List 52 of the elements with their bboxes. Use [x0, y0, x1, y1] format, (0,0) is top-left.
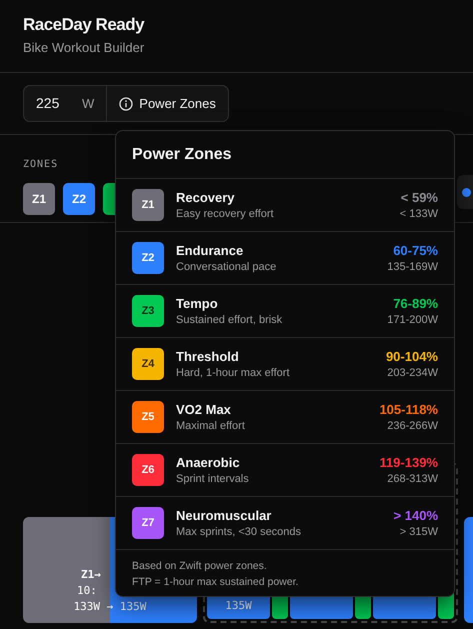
- zone-description: Sprint intervals: [176, 472, 250, 486]
- dot-icon: [462, 188, 471, 196]
- zone-percent: 90-104%: [386, 348, 438, 364]
- zone-description: Hard, 1-hour max effort: [176, 366, 291, 380]
- zone-chip[interactable]: Z1: [23, 183, 55, 215]
- zone-name: Endurance: [176, 242, 244, 258]
- bar-label: 135W: [224, 598, 253, 614]
- zone-name: Neuromuscular: [176, 506, 272, 524]
- zone-badge: Z1: [132, 189, 164, 221]
- zone-percent: > 140%: [394, 506, 438, 524]
- zone-name: Threshold: [176, 348, 240, 364]
- section-label: ZONES: [23, 158, 58, 172]
- bar-label: 10:: [77, 583, 97, 599]
- zone-description: Maximal effort: [176, 418, 246, 434]
- zone-percent: < 59%: [400, 188, 438, 206]
- zone-watts: 171-200W: [387, 312, 438, 328]
- zone-badge: Z7: [132, 507, 164, 539]
- zone-badge: Z5: [132, 401, 164, 433]
- zone-description: Conversational pace: [176, 260, 278, 274]
- zone-description: Easy recovery effort: [176, 206, 275, 222]
- bar-label: Z1→: [81, 567, 101, 583]
- footnote: Based on Zwift power zones.: [132, 559, 268, 574]
- zone-chip[interactable]: Z2: [63, 183, 95, 215]
- zone-percent: 119-139%: [379, 454, 438, 470]
- app-subtitle: Bike Workout Builder: [23, 39, 146, 57]
- zone-name: Tempo: [176, 294, 219, 312]
- popover-title: Power Zones: [116, 131, 454, 179]
- footnote: FTP = 1-hour max sustained power.: [132, 575, 300, 590]
- zone-percent: 60-75%: [392, 242, 438, 258]
- zone-badge: Z3: [132, 295, 164, 327]
- zone-name: Recovery: [176, 188, 236, 206]
- power-zones-button[interactable]: Power Zones: [106, 86, 228, 121]
- zone-watts: 236-266W: [386, 418, 438, 434]
- zone-percent: 76-89%: [392, 294, 438, 312]
- zone-percent: 105-118%: [379, 400, 438, 418]
- unit-label: W: [82, 94, 96, 113]
- zone-name: Anaerobic: [176, 454, 241, 470]
- zone-watts: 203-234W: [386, 366, 438, 380]
- zone-description: Sustained effort, brisk: [176, 312, 284, 328]
- zone-watts: < 133W: [400, 206, 438, 222]
- zone-badge: Z6: [132, 454, 164, 486]
- app-logo: RaceDay Ready: [23, 14, 146, 36]
- ftp-value-field[interactable]: 225: [24, 93, 82, 114]
- info-icon: [119, 96, 134, 110]
- zone-description: Max sprints, <30 seconds: [176, 524, 302, 540]
- bar-label: 133W → 135W: [74, 599, 146, 615]
- zone-badge: Z4: [132, 348, 164, 380]
- zone-watts: 268-313W: [386, 472, 438, 486]
- zone-name: VO2 Max: [176, 400, 232, 418]
- zone-watts: 135-169W: [387, 260, 438, 274]
- zone-watts: > 315W: [398, 524, 438, 540]
- zone-badge: Z2: [132, 242, 164, 274]
